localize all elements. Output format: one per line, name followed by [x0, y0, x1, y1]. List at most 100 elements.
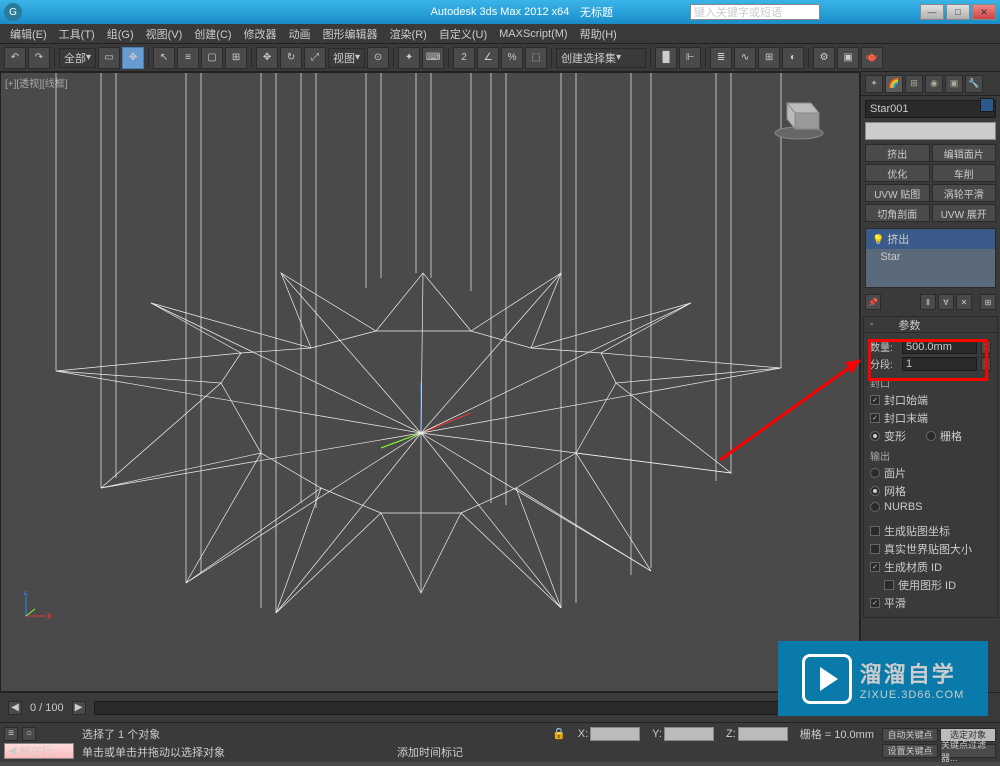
unique-button[interactable]: ∀ — [938, 294, 954, 310]
viewcube[interactable] — [769, 83, 829, 143]
scale-button[interactable]: ⤢ — [304, 47, 326, 69]
stack-extrude[interactable]: 💡 挤出 — [866, 229, 995, 249]
object-name-input[interactable]: Star001 — [865, 100, 996, 118]
gen-mat-checkbox[interactable]: ✓ — [870, 562, 880, 572]
smooth-checkbox[interactable]: ✓ — [870, 598, 880, 608]
lock-icon[interactable]: 🔒 — [552, 727, 566, 740]
real-world-checkbox[interactable] — [870, 544, 880, 554]
viewport[interactable]: [+][透视][线框] — [0, 72, 860, 692]
move-button[interactable]: ✥ — [256, 47, 278, 69]
use-shape-checkbox[interactable] — [884, 580, 894, 590]
btn-uvw-unwrap[interactable]: UVW 展开 — [932, 204, 997, 222]
y-input[interactable] — [664, 727, 714, 741]
object-color-swatch[interactable] — [980, 98, 994, 112]
segments-spinner[interactable]: ▲▼ — [981, 357, 991, 371]
menu-modifiers[interactable]: 修改器 — [238, 26, 283, 42]
show-result-button[interactable]: Ⅱ — [920, 294, 936, 310]
close-button[interactable]: ✕ — [972, 4, 996, 20]
patch-radio[interactable] — [870, 468, 880, 478]
filter-dropdown[interactable]: 全部 ▾ — [59, 48, 96, 68]
setkey-button[interactable]: 设置关键点 — [882, 744, 938, 758]
stack-star[interactable]: Star — [866, 249, 995, 265]
morph-radio[interactable] — [870, 431, 880, 441]
pivot-button[interactable]: ⊙ — [367, 47, 389, 69]
snap-percent-button[interactable]: % — [501, 47, 523, 69]
timeline-right-button[interactable]: ▶ — [72, 701, 86, 715]
remove-mod-button[interactable]: ✕ — [956, 294, 972, 310]
btn-extrude[interactable]: 挤出 — [865, 144, 930, 162]
script-mini-button[interactable]: ≡ — [4, 727, 18, 741]
modifier-list-dropdown[interactable]: 修改器列表▾ — [865, 122, 996, 140]
btn-chamfer[interactable]: 切角剖面 — [865, 204, 930, 222]
tab-modify[interactable]: 🌈 — [885, 75, 903, 93]
add-time-tag[interactable]: 添加时间标记 — [397, 744, 463, 760]
cap-end-checkbox[interactable]: ✓ — [870, 413, 880, 423]
render-button[interactable]: 🫖 — [861, 47, 883, 69]
mirror-button[interactable]: ▐▌ — [655, 47, 677, 69]
material-editor-button[interactable]: ◐ — [782, 47, 804, 69]
mesh-radio[interactable] — [870, 486, 880, 496]
menu-create[interactable]: 创建(C) — [188, 26, 237, 42]
rollout-header[interactable]: - 参数 — [864, 317, 997, 333]
menu-animation[interactable]: 动画 — [283, 26, 317, 42]
search-input[interactable]: 键入关键字或短语 — [690, 4, 820, 20]
tab-display[interactable]: ▣ — [945, 75, 963, 93]
z-input[interactable] — [738, 727, 788, 741]
btn-turbosmooth[interactable]: 涡轮平滑 — [932, 184, 997, 202]
select-name-button[interactable]: ≡ — [177, 47, 199, 69]
amount-input[interactable]: 500.0mm — [902, 340, 977, 354]
timeline-left-button[interactable]: ◀ — [8, 701, 22, 715]
menu-maxscript[interactable]: MAXScript(M) — [493, 28, 573, 40]
snap-angle-button[interactable]: ∠ — [477, 47, 499, 69]
menu-edit[interactable]: 编辑(E) — [4, 26, 53, 42]
rotate-button[interactable]: ↻ — [280, 47, 302, 69]
keyboard-button[interactable]: ⌨ — [422, 47, 444, 69]
select-object-button[interactable]: ▭ — [98, 47, 120, 69]
undo-button[interactable]: ↶ — [4, 47, 26, 69]
gen-map-checkbox[interactable] — [870, 526, 880, 536]
manipulate-button[interactable]: ✦ — [398, 47, 420, 69]
keyfilter-button[interactable]: 关键点过滤器... — [940, 744, 996, 758]
maximize-button[interactable]: □ — [946, 4, 970, 20]
menu-tools[interactable]: 工具(T) — [53, 26, 101, 42]
menu-graph[interactable]: 图形编辑器 — [317, 26, 384, 42]
btn-lathe[interactable]: 车削 — [932, 164, 997, 182]
pin-stack-button[interactable]: 📌 — [865, 294, 881, 310]
btn-uvw-map[interactable]: UVW 贴图 — [865, 184, 930, 202]
btn-optimize[interactable]: 优化 — [865, 164, 930, 182]
configure-button[interactable]: ⊞ — [980, 294, 996, 310]
btn-edit-patch[interactable]: 编辑面片 — [932, 144, 997, 162]
tab-create[interactable]: ✦ — [865, 75, 883, 93]
tab-utilities[interactable]: 🔧 — [965, 75, 983, 93]
redo-button[interactable]: ↷ — [28, 47, 50, 69]
selection-set-dropdown[interactable]: 创建选择集 ▾ — [556, 48, 646, 68]
select-button[interactable]: ↖ — [153, 47, 175, 69]
render-frame-button[interactable]: ▣ — [837, 47, 859, 69]
menu-render[interactable]: 渲染(R) — [384, 26, 433, 42]
schematic-button[interactable]: ⊞ — [758, 47, 780, 69]
script-rec-button[interactable]: ○ — [22, 727, 36, 741]
tab-hierarchy[interactable]: ⊞ — [905, 75, 923, 93]
menu-help[interactable]: 帮助(H) — [574, 26, 623, 42]
coord-system-dropdown[interactable]: 视图 ▾ — [328, 48, 365, 68]
render-setup-button[interactable]: ⚙ — [813, 47, 835, 69]
menu-group[interactable]: 组(G) — [101, 26, 140, 42]
select-move-button[interactable]: ✥ — [122, 47, 144, 69]
spinner-snap-button[interactable]: ⬚ — [525, 47, 547, 69]
window-crossing-button[interactable]: ⊞ — [225, 47, 247, 69]
tab-motion[interactable]: ◉ — [925, 75, 943, 93]
cap-start-checkbox[interactable]: ✓ — [870, 395, 880, 405]
grid-radio[interactable] — [926, 431, 936, 441]
autokey-button[interactable]: 自动关键点 — [882, 728, 938, 742]
curve-editor-button[interactable]: ∿ — [734, 47, 756, 69]
minimize-button[interactable]: — — [920, 4, 944, 20]
modifier-stack[interactable]: 💡 挤出 Star — [865, 228, 996, 288]
segments-input[interactable]: 1 — [902, 357, 977, 371]
amount-spinner[interactable]: ▲▼ — [981, 340, 991, 354]
layers-button[interactable]: ≣ — [710, 47, 732, 69]
menu-view[interactable]: 视图(V) — [140, 26, 189, 42]
menu-custom[interactable]: 自定义(U) — [433, 26, 493, 42]
select-region-button[interactable]: ▢ — [201, 47, 223, 69]
nurbs-radio[interactable] — [870, 502, 880, 512]
align-button[interactable]: ⊩ — [679, 47, 701, 69]
